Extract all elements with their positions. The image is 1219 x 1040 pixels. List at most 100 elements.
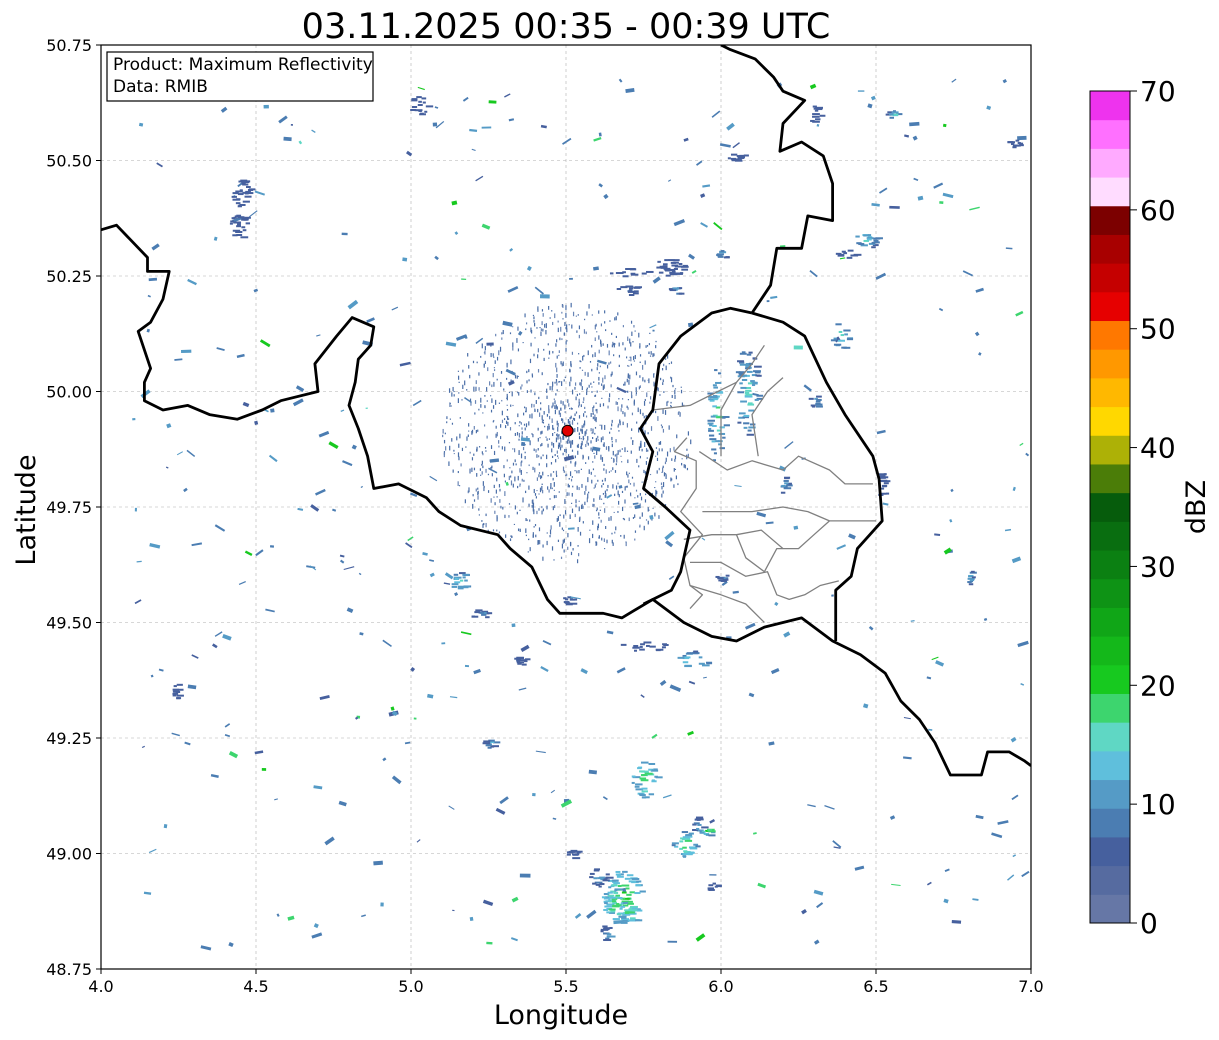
clutter-speck: [468, 487, 470, 493]
clutter-speck: [555, 459, 557, 463]
clutter-speck: [469, 468, 471, 474]
clutter-speck: [581, 425, 583, 429]
clutter-speck: [504, 491, 506, 497]
clutter-speck: [627, 364, 629, 367]
clutter-speck: [534, 337, 536, 339]
clutter-speck: [473, 386, 475, 392]
clutter-speck: [647, 449, 649, 452]
echo-pixel: [603, 939, 612, 942]
clutter-speck: [541, 372, 543, 376]
echo-pixel: [717, 372, 722, 375]
echo-pixel: [739, 382, 743, 385]
clutter-speck: [656, 457, 659, 462]
clutter-speck: [552, 477, 554, 481]
clutter-speck: [574, 413, 576, 417]
clutter-speck: [478, 508, 480, 511]
clutter-speck: [537, 348, 539, 353]
clutter-speck: [551, 405, 553, 409]
clutter-speck: [588, 538, 591, 544]
echo-pixel: [678, 292, 685, 295]
clutter-speck: [617, 490, 619, 496]
clutter-speck: [675, 475, 678, 480]
echo-pixel: [712, 405, 717, 408]
clutter-speck: [530, 389, 532, 393]
clutter-speck: [546, 414, 549, 417]
clutter-speck: [661, 485, 663, 490]
clutter-speck: [673, 468, 675, 472]
echo-pixel: [1017, 142, 1021, 145]
echo-speck: [481, 126, 492, 129]
clutter-speck: [641, 448, 643, 452]
echo-speck: [413, 717, 417, 720]
clutter-speck: [598, 376, 600, 381]
echo-pixel: [519, 659, 527, 662]
echo-speck: [380, 902, 384, 907]
echo-pixel: [746, 370, 753, 373]
clutter-speck: [549, 529, 552, 535]
clutter-speck: [466, 389, 468, 391]
clutter-speck: [520, 469, 522, 475]
clutter-speck: [495, 489, 497, 494]
clutter-speck: [557, 457, 560, 459]
clutter-speck: [599, 496, 601, 500]
echo-pixel: [745, 393, 753, 396]
clutter-speck: [471, 431, 473, 436]
clutter-speck: [594, 484, 596, 488]
clutter-speck: [658, 441, 660, 445]
echo-speck: [519, 873, 531, 878]
clutter-speck: [595, 541, 597, 543]
map-plot-area[interactable]: [101, 45, 1031, 969]
echo-pixel: [754, 365, 762, 368]
echo-speck: [598, 132, 602, 137]
echo-pixel: [708, 888, 715, 891]
echo-pixel: [621, 891, 627, 894]
clutter-speck: [504, 446, 506, 452]
clutter-speck: [580, 361, 582, 363]
clutter-speck: [467, 434, 469, 437]
clutter-speck: [475, 380, 477, 385]
clutter-speck: [548, 489, 550, 493]
clutter-speck: [575, 504, 577, 508]
clutter-speck: [533, 404, 535, 408]
clutter-speck: [542, 471, 544, 476]
clutter-speck: [583, 329, 586, 334]
echo-pixel: [485, 616, 490, 619]
clutter-speck: [615, 526, 617, 531]
clutter-speck: [634, 497, 636, 499]
clutter-speck: [543, 411, 545, 415]
clutter-speck: [582, 455, 584, 459]
clutter-speck: [538, 412, 541, 417]
echo-pixel: [628, 285, 634, 288]
clutter-speck: [588, 384, 590, 388]
clutter-speck: [619, 449, 621, 453]
clutter-speck: [537, 437, 539, 442]
clutter-speck: [580, 404, 582, 408]
clutter-speck: [472, 494, 474, 497]
clutter-speck: [571, 492, 573, 497]
clutter-speck: [557, 516, 559, 521]
clutter-speck: [635, 371, 638, 376]
clutter-speck: [644, 398, 646, 402]
clutter-speck: [602, 436, 604, 441]
colorbar-tick-label: 50: [1140, 313, 1176, 346]
clutter-speck: [655, 493, 657, 497]
echo-pixel: [422, 101, 426, 104]
clutter-speck: [595, 323, 597, 327]
echo-pixel: [722, 416, 726, 419]
clutter-speck: [635, 389, 637, 392]
clutter-speck: [542, 454, 544, 457]
echo-pixel: [694, 818, 699, 821]
clutter-speck: [598, 335, 600, 340]
clutter-speck: [579, 382, 581, 386]
clutter-speck: [627, 375, 629, 378]
radar-site-marker[interactable]: [561, 424, 574, 437]
echo-pixel: [244, 195, 252, 198]
clutter-speck: [607, 484, 609, 488]
echo-pixel: [236, 198, 241, 201]
clutter-speck: [562, 318, 564, 320]
clutter-speck: [556, 367, 558, 373]
clutter-speck: [536, 477, 538, 481]
clutter-speck: [655, 455, 657, 457]
echo-speck: [181, 349, 192, 354]
clutter-speck: [491, 398, 493, 403]
